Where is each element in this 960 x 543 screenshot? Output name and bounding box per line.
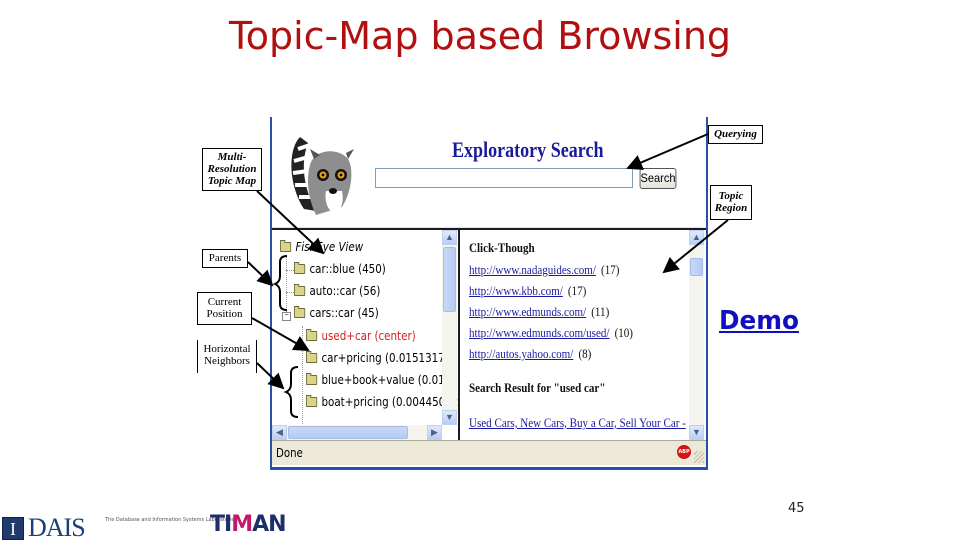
tree-horizontal-scrollbar[interactable]: ◀ ▶ xyxy=(272,425,442,440)
tree-item-label: boat+pricing (0.00445052) xyxy=(321,395,460,409)
timan-logo-part: TI xyxy=(210,512,232,537)
click-count: (11) xyxy=(591,304,610,319)
tree-item-parent-expanded[interactable]: cars::car (45) xyxy=(294,306,379,320)
click-count: (17) xyxy=(601,262,620,277)
callout-topic-region: Topic Region xyxy=(710,185,752,220)
callout-line: Topic Map xyxy=(207,175,257,187)
slide-title: Topic-Map based Browsing xyxy=(228,14,732,58)
status-text: Done xyxy=(276,446,303,460)
callout-line: Resolution xyxy=(207,163,257,175)
browser-window: Exploratory Search Search − FishEye View… xyxy=(270,117,708,470)
tree-item-label: car::blue (450) xyxy=(309,262,386,276)
tree-item-label: blue+book+value (0.0102178) xyxy=(321,373,458,387)
tree-root-label: FishEye View xyxy=(295,240,364,254)
tree-root[interactable]: FishEye View xyxy=(280,240,363,254)
clickthrough-heading: Click-Though xyxy=(469,240,535,255)
callout-line: Neighbors xyxy=(204,355,250,367)
lemur-logo-icon xyxy=(291,137,354,215)
results-pane: Click-Though http://www.nadaguides.com/ (… xyxy=(460,230,706,440)
tree-item-neighbor[interactable]: boat+pricing (0.00445052) xyxy=(306,395,460,409)
tree-guide-line xyxy=(286,292,294,293)
folder-icon xyxy=(294,284,306,296)
tree-item-label: auto::car (56) xyxy=(309,284,381,298)
clickthrough-link-row: http://www.nadaguides.com/ (17) xyxy=(469,262,619,278)
search-result-row: Used Cars, New Cars, Buy a Car, Sell You… xyxy=(469,415,686,431)
tree-guide-line xyxy=(286,270,294,271)
scroll-down-icon[interactable]: ▼ xyxy=(442,410,457,425)
search-result-link[interactable]: Used Cars, New Cars, Buy a Car, Sell You… xyxy=(469,415,686,430)
clickthrough-link-row: http://www.edmunds.com/used/ (10) xyxy=(469,325,633,341)
folder-icon xyxy=(294,262,306,274)
scroll-thumb[interactable] xyxy=(690,258,703,276)
search-button[interactable]: Search xyxy=(639,168,677,189)
scroll-right-icon[interactable]: ▶ xyxy=(427,425,442,440)
clickthrough-link[interactable]: http://www.kbb.com/ xyxy=(469,283,563,298)
search-result-heading: Search Result for "used car" xyxy=(469,380,606,395)
demo-link[interactable]: Demo xyxy=(719,306,799,336)
clickthrough-link[interactable]: http://www.edmunds.com/ xyxy=(469,304,586,319)
uiuc-logo: I xyxy=(2,517,24,540)
app-title: Exploratory Search xyxy=(452,137,604,162)
results-vertical-scrollbar[interactable]: ▲ ▼ xyxy=(689,230,704,440)
tree-item-label: used+car (center) xyxy=(321,329,416,343)
topic-tree-pane: − FishEye View car::blue (450) auto::car… xyxy=(272,230,460,440)
callout-current-position: Current Position xyxy=(197,292,252,325)
tree-item-neighbor[interactable]: blue+book+value (0.0102178) xyxy=(306,373,458,387)
timan-logo: TIMAN xyxy=(210,512,287,537)
timan-logo-part: AN xyxy=(252,512,286,537)
folder-icon xyxy=(306,395,318,407)
tree-item-neighbor[interactable]: car+pricing (0.0151317) xyxy=(306,351,449,365)
status-bar: Done ABP xyxy=(272,440,706,465)
scroll-left-icon[interactable]: ◀ xyxy=(272,425,287,440)
header-pane: Exploratory Search Search xyxy=(272,117,706,229)
clickthrough-link-row: http://autos.yahoo.com/ (8) xyxy=(469,346,591,362)
callout-parents: Parents xyxy=(202,249,248,268)
clickthrough-link[interactable]: http://autos.yahoo.com/ xyxy=(469,346,573,361)
adblock-icon[interactable]: ABP xyxy=(677,445,691,459)
clickthrough-link-row: http://www.kbb.com/ (17) xyxy=(469,283,586,299)
callout-querying: Querying xyxy=(708,125,763,144)
page-number: 45 xyxy=(788,501,805,516)
click-count: (17) xyxy=(567,283,587,298)
collapse-toggle[interactable]: − xyxy=(282,312,291,321)
clickthrough-link-row: http://www.edmunds.com/ (11) xyxy=(469,304,609,320)
callout-line: Horizontal xyxy=(203,343,251,355)
tree-item-label: car+pricing (0.0151317) xyxy=(321,351,449,365)
tree-item-parent[interactable]: auto::car (56) xyxy=(294,284,380,298)
callout-line: Current xyxy=(207,296,242,308)
scroll-up-icon[interactable]: ▲ xyxy=(689,230,704,245)
click-count: (8) xyxy=(578,346,592,361)
tree-item-parent[interactable]: car::blue (450) xyxy=(294,262,386,276)
callout-line: Topic xyxy=(718,190,744,202)
click-count: (10) xyxy=(614,325,633,340)
tree-vertical-scrollbar[interactable]: ▲ ▼ xyxy=(442,230,457,425)
tree-guide-line xyxy=(286,256,287,316)
folder-icon xyxy=(306,329,318,341)
scroll-thumb[interactable] xyxy=(288,426,408,439)
callout-multi-resolution: Multi- Resolution Topic Map xyxy=(202,148,262,191)
search-input[interactable] xyxy=(375,168,633,188)
callout-line: Multi- xyxy=(217,151,247,163)
scroll-down-icon[interactable]: ▼ xyxy=(689,425,704,440)
arrow-parents xyxy=(247,261,274,287)
clickthrough-link[interactable]: http://www.edmunds.com/used/ xyxy=(469,325,609,340)
folder-icon xyxy=(294,306,306,318)
folder-icon xyxy=(306,351,318,363)
folder-icon xyxy=(280,240,292,252)
clickthrough-link[interactable]: http://www.nadaguides.com/ xyxy=(469,262,596,277)
folder-icon xyxy=(306,373,318,385)
tree-item-label: cars::car (45) xyxy=(309,306,379,320)
callout-line: Position xyxy=(206,308,243,320)
dais-logo: DAIS xyxy=(28,513,86,542)
scroll-up-icon[interactable]: ▲ xyxy=(442,230,457,245)
tree-item-center[interactable]: used+car (center) xyxy=(306,329,416,343)
resize-grip-icon[interactable] xyxy=(694,451,704,463)
callout-line: Region xyxy=(714,202,748,214)
tree-guide-line xyxy=(302,326,303,426)
timan-logo-part: M xyxy=(231,512,253,537)
scroll-thumb[interactable] xyxy=(443,247,456,312)
callout-horizontal-neighbors: Horizontal Neighbors xyxy=(197,340,257,373)
